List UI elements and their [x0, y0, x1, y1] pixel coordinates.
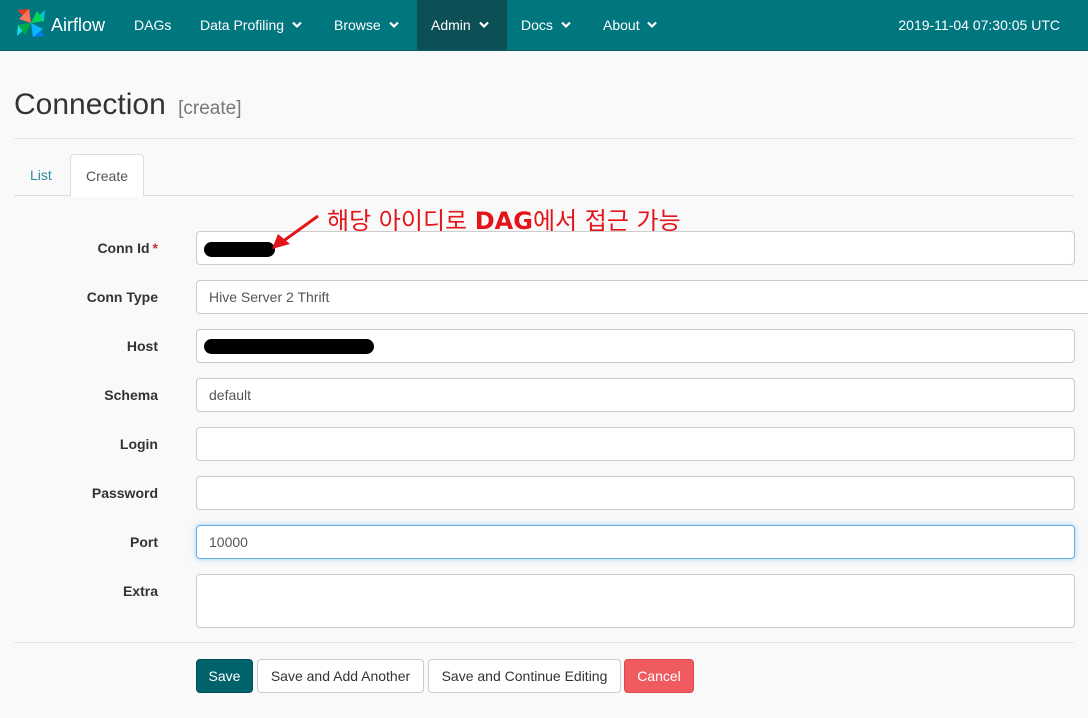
nav-browse-label: Browse	[334, 17, 381, 33]
nav-admin[interactable]: Admin	[417, 0, 507, 50]
save-and-continue-editing-button[interactable]: Save and Continue Editing	[428, 659, 621, 693]
schema-label: Schema	[104, 387, 158, 403]
server-datetime: 2019-11-04 07:30:05 UTC	[898, 17, 1060, 33]
top-navbar: Airflow DAGs Data Profiling Browse Admin…	[0, 0, 1088, 51]
cancel-button[interactable]: Cancel	[624, 659, 694, 693]
password-label: Password	[91, 485, 158, 501]
chevron-down-icon	[478, 2, 489, 52]
nav-admin-label: Admin	[431, 17, 471, 33]
conn-id-label: Conn Id *	[97, 231, 158, 265]
redaction-bar	[204, 339, 374, 354]
schema-input[interactable]: default	[196, 378, 1075, 412]
divider	[14, 642, 1074, 643]
airflow-pinwheel-icon	[15, 7, 47, 44]
form-row-login: Login	[0, 427, 1088, 461]
login-input[interactable]	[196, 427, 1075, 461]
form-row-conn-type: Conn Type Hive Server 2 Thrift	[0, 280, 1088, 314]
nav-docs[interactable]: Docs	[507, 0, 585, 50]
nav-browse[interactable]: Browse	[320, 0, 413, 50]
nav-data-profiling[interactable]: Data Profiling	[186, 0, 316, 50]
nav-data-profiling-label: Data Profiling	[200, 17, 285, 33]
form-row-port: Port 10000	[0, 525, 1088, 559]
chevron-down-icon	[388, 2, 399, 52]
page-title-text: Connection	[14, 88, 166, 121]
form-row-password: Password	[0, 476, 1088, 510]
form-row-schema: Schema default	[0, 378, 1088, 412]
save-and-add-another-button[interactable]: Save and Add Another	[257, 659, 424, 693]
nav-dags-label: DAGs	[134, 17, 172, 33]
tab-bar: List Create	[14, 154, 1074, 197]
form-row-host: Host	[0, 329, 1088, 363]
brand-link[interactable]: Airflow	[15, 0, 105, 50]
nav-dags[interactable]: DAGs	[120, 0, 185, 50]
nav-about[interactable]: About	[589, 0, 671, 50]
form-row-conn-id: Conn Id *	[0, 231, 1088, 265]
nav-about-label: About	[603, 17, 640, 33]
password-input[interactable]	[196, 476, 1075, 510]
chevron-down-icon	[647, 2, 658, 52]
port-label: Port	[130, 534, 158, 550]
conn-id-input[interactable]	[196, 231, 1075, 265]
conn-id-label-text: Conn Id	[97, 240, 150, 256]
login-label: Login	[119, 436, 158, 452]
host-input[interactable]	[196, 329, 1075, 363]
tab-create[interactable]: Create	[70, 154, 144, 197]
chevron-down-icon	[561, 2, 571, 52]
conn-type-select[interactable]: Hive Server 2 Thrift	[196, 280, 1088, 314]
extra-label: Extra	[122, 583, 158, 599]
form-row-extra: Extra	[0, 574, 1088, 628]
save-button[interactable]: Save	[196, 659, 253, 693]
page-title: Connection [create]	[14, 88, 242, 122]
port-input[interactable]: 10000	[196, 525, 1075, 559]
redaction-bar	[204, 242, 275, 257]
nav-docs-label: Docs	[521, 17, 553, 33]
host-label: Host	[126, 338, 158, 354]
extra-textarea[interactable]	[196, 574, 1075, 628]
divider	[14, 138, 1074, 139]
tab-list[interactable]: List	[14, 154, 68, 196]
chevron-down-icon	[292, 2, 302, 52]
conn-type-label: Conn Type	[86, 289, 158, 305]
required-marker: *	[152, 240, 158, 256]
red-arrow-icon	[272, 214, 319, 249]
brand-text: Airflow	[51, 14, 106, 35]
page-subtitle: [create]	[178, 98, 242, 119]
